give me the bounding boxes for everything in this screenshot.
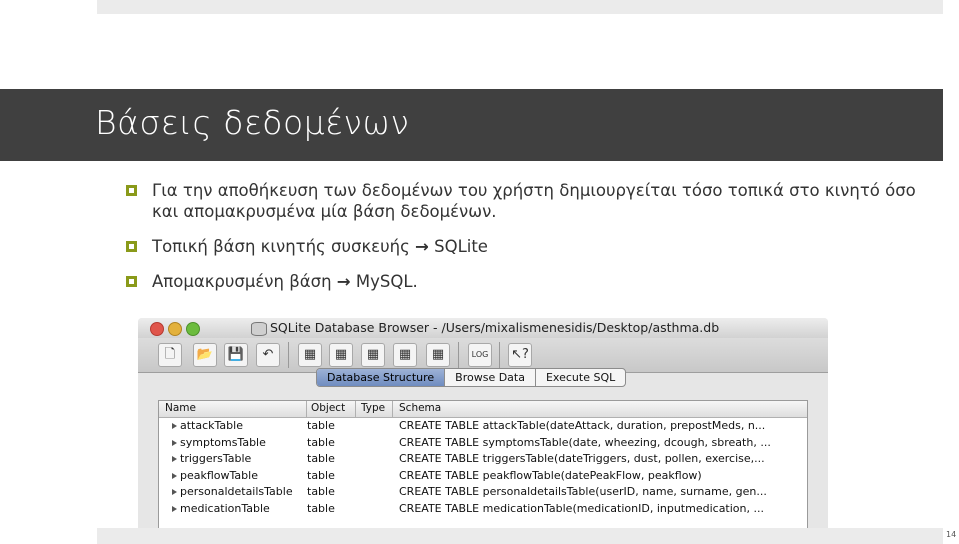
window-titlebar: SQLite Database Browser - /Users/mixalis…	[138, 318, 828, 338]
row-name: attackTable	[180, 419, 243, 432]
page-number: 14	[946, 530, 957, 539]
bottom-decor-strip	[97, 528, 943, 544]
modify-table-icon[interactable]: ▦	[361, 343, 385, 367]
row-schema: CREATE TABLE peakflowTable(datePeakFlow,…	[399, 468, 702, 482]
table-row[interactable]: personaldetailsTable table CREATE TABLE …	[159, 484, 807, 501]
row-schema: CREATE TABLE symptomsTable(date, wheezin…	[399, 435, 771, 449]
row-object: table	[307, 435, 335, 449]
table-header: Name Object Type Schema	[159, 401, 807, 418]
save-icon[interactable]: 💾	[224, 343, 248, 367]
bullet-item: Τοπική βάση κινητής συσκευής → SQLite	[126, 236, 926, 257]
row-schema: CREATE TABLE personaldetailsTable(userID…	[399, 485, 767, 498]
row-object: table	[307, 485, 335, 498]
table-row[interactable]: symptomsTable table CREATE TABLE symptom…	[159, 435, 807, 452]
column-header-type[interactable]: Type	[361, 402, 385, 414]
bullet-text: SQLite	[428, 237, 488, 256]
column-divider	[392, 401, 393, 417]
arrow-right-icon: →	[336, 272, 351, 291]
log-icon[interactable]: LOG	[468, 343, 492, 367]
whats-this-icon[interactable]: ↖?	[508, 343, 532, 367]
title-bar: Βάσεις δεδομένων	[0, 89, 943, 161]
new-database-icon[interactable]: 🗋	[158, 343, 182, 367]
row-schema: CREATE TABLE triggersTable(dateTriggers,…	[399, 452, 765, 465]
top-decor-strip	[97, 0, 943, 14]
expand-arrow-icon[interactable]	[172, 439, 177, 446]
bullet-list: Για την αποθήκευση των δεδομένων του χρή…	[126, 180, 926, 306]
row-object: table	[307, 501, 335, 515]
row-name: personaldetailsTable	[180, 485, 293, 498]
bullet-item: Για την αποθήκευση των δεδομένων του χρή…	[126, 180, 926, 222]
column-header-schema[interactable]: Schema	[399, 402, 441, 414]
bullet-marker-icon	[126, 185, 137, 196]
window-title: SQLite Database Browser - /Users/mixalis…	[270, 320, 720, 335]
expand-arrow-icon[interactable]	[172, 505, 177, 512]
row-object: table	[307, 452, 335, 465]
close-window-icon[interactable]	[150, 322, 164, 336]
sqlite-browser-screenshot: SQLite Database Browser - /Users/mixalis…	[138, 318, 828, 528]
tab-database-structure[interactable]: Database Structure	[317, 369, 446, 386]
tab-bar: Database Structure Browse Data Execute S…	[316, 368, 627, 387]
minimize-window-icon[interactable]	[168, 322, 182, 336]
toolbar-separator	[288, 342, 289, 368]
table-row[interactable]: medicationTable table CREATE TABLE medic…	[159, 501, 807, 518]
create-table-icon[interactable]: ▦	[298, 343, 322, 367]
row-name: peakflowTable	[180, 468, 258, 482]
row-object: table	[307, 419, 335, 432]
table-row[interactable]: peakflowTable table CREATE TABLE peakflo…	[159, 468, 807, 485]
column-header-name[interactable]: Name	[165, 402, 196, 414]
bullet-item: Απομακρυσμένη βάση → MySQL.	[126, 271, 926, 292]
database-icon	[251, 322, 267, 336]
bullet-text: Τοπική βάση κινητής συσκευής	[152, 237, 416, 256]
maximize-window-icon[interactable]	[186, 322, 200, 336]
bullet-marker-icon	[126, 276, 137, 287]
arrow-right-icon: →	[415, 237, 429, 256]
open-database-icon[interactable]: 📂	[193, 343, 217, 367]
column-header-object[interactable]: Object	[311, 402, 345, 414]
bullet-text: Για την αποθήκευση των δεδομένων του χρή…	[152, 181, 916, 221]
expand-arrow-icon[interactable]	[172, 472, 177, 479]
row-object: table	[307, 468, 335, 482]
bullet-marker-icon	[126, 241, 137, 252]
toolbar-separator	[458, 342, 459, 368]
expand-arrow-icon[interactable]	[172, 456, 177, 462]
table-row[interactable]: triggersTable table CREATE TABLE trigger…	[159, 451, 807, 468]
structure-table: Name Object Type Schema attackTable tabl…	[158, 400, 808, 528]
delete-index-icon[interactable]: ▦	[426, 343, 450, 367]
delete-table-icon[interactable]: ▦	[329, 343, 353, 367]
column-divider	[355, 401, 356, 417]
row-name: medicationTable	[180, 501, 270, 515]
expand-arrow-icon[interactable]	[172, 423, 177, 429]
bullet-text: Απομακρυσμένη βάση	[152, 272, 337, 291]
undo-icon[interactable]: ↶	[256, 343, 280, 367]
expand-arrow-icon[interactable]	[172, 489, 177, 495]
tab-browse-data[interactable]: Browse Data	[445, 369, 536, 386]
slide-title: Βάσεις δεδομένων	[95, 103, 410, 142]
create-index-icon[interactable]: ▦	[393, 343, 417, 367]
row-schema: CREATE TABLE medicationTable(medicationI…	[399, 501, 764, 515]
row-name: symptomsTable	[180, 435, 266, 449]
column-divider	[306, 401, 307, 417]
row-name: triggersTable	[180, 452, 252, 465]
table-row[interactable]: attackTable table CREATE TABLE attackTab…	[159, 418, 807, 435]
tab-execute-sql[interactable]: Execute SQL	[536, 369, 625, 386]
bullet-text: MySQL.	[350, 272, 418, 291]
toolbar-separator	[499, 342, 500, 368]
row-schema: CREATE TABLE attackTable(dateAttack, dur…	[399, 419, 766, 432]
